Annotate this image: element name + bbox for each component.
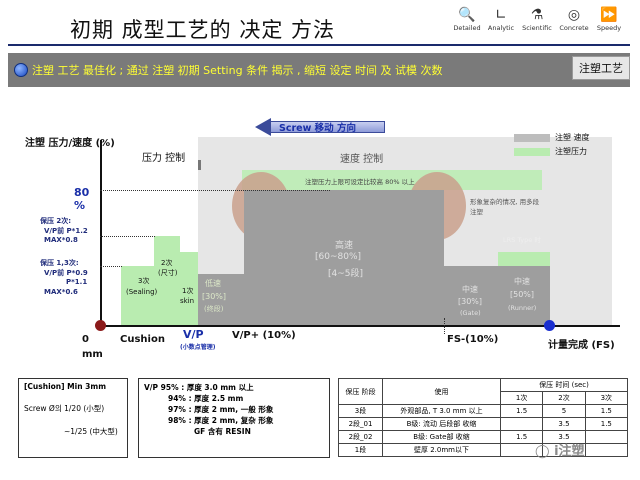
mid2-label: 中速 [514,277,530,286]
cushion-line-2: Screw Ø의 1/20 (小型) [24,404,105,413]
nav-speedy[interactable]: ⏩ Speedy [592,6,626,36]
vp-line-2: 94% : 厚度 2.5 mm [168,394,244,403]
banner-tag: 注塑工艺 [572,56,630,80]
pct-80-label: 80 % [74,186,90,212]
page-title: 初期 成型工艺的 决定 方法 [70,18,336,42]
hold1-label: 保压 1,3次: [40,259,79,267]
nav-analytic[interactable]: ∟ Analytic [484,6,518,36]
banner-text: 注塑 工艺 最佳化 ; 通过 注塑 初期 Setting 条件 揭示 , 缩短 … [32,64,443,77]
pressure-band-right [498,252,550,266]
pressure-bar-2 [154,236,180,326]
note-shape-1: 形象复杂的情况, 用多段注塑 [470,198,540,216]
end-marker [544,320,555,331]
vp-box: V/P 95% : 厚度 3.0 mm 以上 94% : 厚度 2.5 mm 9… [138,378,330,458]
mid-pct: [30%] [458,297,483,306]
pressure-bar-3 [121,266,154,326]
fs-tick [444,318,445,334]
wechat-icon: ◯ [535,444,550,459]
note-80: 注塑压力上限可设定比较高 80% 以上 [305,178,415,186]
magnifier-icon: 🔍 [458,7,476,23]
hold-time-header: 保压 时间 (sec) [500,378,628,392]
hold1-line-b: P*1.1 [66,278,88,286]
guide-hold1 [100,266,122,267]
fast-forward-icon: ⏩ [600,7,618,23]
banner: 注塑 工艺 最佳化 ; 通过 注塑 初期 Setting 条件 揭示 , 缩短 … [8,53,630,87]
watermark-text: i注塑 [554,444,585,459]
hold1-line-a: V/P前 P*0.9 [44,269,88,277]
center-stage: [4~5段] [328,269,364,279]
y-axis [100,140,102,326]
vp-line-4: 98% : 厚度 2 mm, 复杂 形象 [168,416,274,425]
mid2-pct: [50%] [510,290,535,299]
nav-concrete[interactable]: ◎ Concrete [557,6,591,36]
vp-sub-label: (小数点管理) [180,344,216,351]
nav-detailed[interactable]: 🔍 Detailed [450,6,484,36]
guide-hold2 [100,236,155,237]
title-divider [8,44,630,46]
vp-line-5: GF 含有 RESIN [194,427,251,436]
speed-block-mid [444,266,498,326]
speed-control-label: 速度 控制 [340,154,384,165]
pressure-control-label: 压力 控制 [142,153,186,164]
vp-line-1: V/P 95% : 厚度 3.0 mm 以上 [144,383,254,392]
meter-done-label: 计量完成 (FS) [548,340,615,351]
x0-label: 0 mm [82,334,103,360]
step2-label: 2次 [161,259,173,267]
legend-pressure-swatch [514,148,550,156]
low1-name: (终段) [204,305,224,313]
step2-sub: (尺寸) [158,269,178,277]
vp-plus-label: V/P+ (10%) [232,330,296,341]
mid-label: 中速 [462,285,478,294]
origin-marker [95,320,106,331]
mid-name: (Gate) [460,309,481,317]
chart-icon: ∟ [495,7,507,23]
microscope-icon: ⚗ [530,7,544,23]
step1-label: 1次 [182,287,194,295]
low1-label: 低速 [205,279,221,288]
target-icon: ◎ [567,7,581,23]
cushion-box: [Cushion] Min 3mm Screw Ø의 1/20 (小型) ~1/… [18,378,128,458]
watermark: ◯ i注塑 [535,440,585,459]
table-row: 3段 外观部品, T 3.0 mm 以上 1.5 5 1.5 [338,404,629,418]
hold2-label: 保压 2次: [40,217,72,225]
step3-label: 3次 [138,277,150,285]
hold-stage-header: 保压 阶段 [338,378,383,405]
lrs-label: LRS Type 时 [503,236,541,244]
fs-label: FS-(10%) [447,334,499,345]
center-label: 高速 [335,241,354,251]
mid2-name: (Runner) [508,304,537,312]
vp-line-3: 97% : 厚度 2 mm, 一般 形象 [168,405,274,414]
cushion-label: Cushion [120,334,165,345]
hold-col-2: 2次 [542,391,586,405]
vp-label: V/P [183,328,204,341]
cushion-line-1: [Cushion] Min 3mm [24,382,107,391]
bullet-icon [14,63,28,77]
hold2-line-b: MAX*0.8 [44,236,78,244]
legend-speed-label: 注塑 速度 [555,133,590,142]
legend-speed-swatch [514,134,550,142]
cushion-line-3: ~1/25 (中大型) [64,427,118,436]
y-axis-label: 注塑 压力/速度 (%) [25,138,115,149]
hold-col-3: 3次 [584,391,629,405]
legend-pressure-label: 注塑压力 [555,147,587,156]
hold-use-header: 使用 [382,378,501,405]
hold2-line-a: V/P前 P*1.2 [44,227,88,235]
step1-sub: skin [180,297,195,305]
screw-direction-label: Screw 移动 方向 [279,123,356,134]
screw-direction-arrow: Screw 移动 方向 [255,118,385,136]
hold1-line-c: MAX*0.6 [44,288,78,296]
nav-scientific[interactable]: ⚗ Scientific [520,6,554,36]
guide-80 [100,190,330,191]
x-axis [100,325,620,327]
center-range: [60~80%] [315,252,362,262]
table-row: 2段_01 B级: 流动 后段部 收缩 3.5 1.5 [338,417,629,431]
step3-sub: (Sealing) [126,288,158,296]
ctrl-divider [198,160,201,170]
hold-col-1: 1次 [499,391,544,405]
low1-pct: [30%] [202,292,227,301]
